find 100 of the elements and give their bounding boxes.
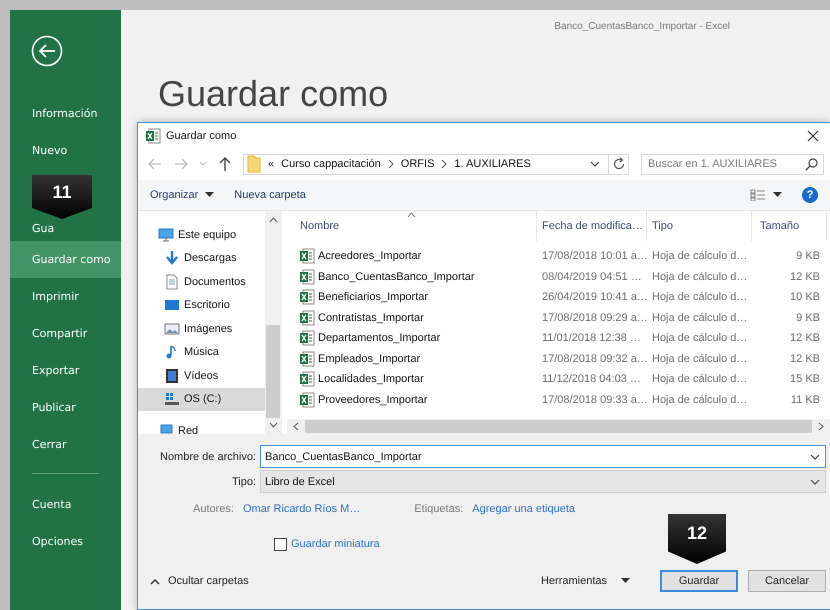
file-date: 11/12/2018 04:03 … [541,373,642,386]
tags-label: Etiquetas: [414,503,464,515]
step-badge: 12 [668,514,726,564]
file-name[interactable]: Acreedores_Importar [318,250,422,262]
spreadsheet-icon [299,310,315,326]
download-icon [164,250,180,266]
scroll-down-icon [268,422,278,428]
file-date: 17/08/2018 10:01 a… [541,250,647,262]
column-header[interactable]: Tipo [647,211,752,241]
folder-tree-item[interactable]: Descargas [138,246,265,270]
vertical-scrollbar[interactable] [265,211,281,434]
column-header[interactable]: Nombre [282,211,537,241]
folder-tree-item[interactable]: Documentos [138,270,265,294]
thumbnail-checkbox[interactable] [274,538,287,550]
step-badge: 11 [32,175,92,219]
backstage-menu-item[interactable]: Opciones [10,523,121,560]
backstage-menu-item[interactable]: Cerrar [10,426,121,463]
path-overflow[interactable]: « [268,158,274,170]
spreadsheet-icon [145,128,161,144]
backstage-menu-item[interactable]: Publicar [10,389,121,426]
backstage-menu-item[interactable]: Información [10,95,121,132]
file-size: 11 KB [790,394,821,406]
path-segment[interactable]: 1. AUXILIARES [454,158,531,170]
up-arrow-icon [217,156,233,172]
backstage-menu-item[interactable]: Gua [10,219,121,241]
cancel-button[interactable]: Cancelar [748,570,826,592]
file-name-label: Nombre de archivo: [159,450,257,462]
folder-tree-item[interactable]: Este equipo [138,223,265,246]
path-segment[interactable]: Curso cappacitación [281,158,381,170]
file-type: Hoja de cálculo d… [651,291,748,304]
file-name[interactable]: Localidades_Importar [318,373,424,386]
column-header[interactable]: Fecha de modifica… [537,211,647,241]
spreadsheet-icon [299,330,315,346]
file-date: 17/08/2018 09:32 a… [541,352,647,365]
chevron-up-icon [150,578,160,584]
chevron-right-icon [388,159,394,169]
file-size: 15 KB [789,373,821,386]
file-size: 9 KB [795,312,821,324]
file-name[interactable]: Banco_CuentasBanco_Importar [318,270,475,283]
organize-button[interactable]: Organizar [146,187,218,203]
file-date: 17/08/2018 09:29 a… [541,312,647,324]
file-type: Hoja de cálculo d… [651,373,748,386]
folder-tree-item[interactable]: Vídeos [138,364,265,388]
spreadsheet-icon [299,268,315,285]
folder-tree-item[interactable]: Imágenes [138,317,265,340]
file-name[interactable]: Empleados_Importar [318,352,420,365]
file-name[interactable]: Contratistas_Importar [318,312,424,324]
spreadsheet-icon [299,392,315,408]
backstage-menu-item[interactable]: Cuenta [10,486,121,523]
forward-icon [173,156,189,172]
pictures-icon [164,320,180,337]
spreadsheet-icon [299,289,315,306]
spreadsheet-icon [299,350,315,367]
file-size: 12 KB [789,332,821,344]
folder-tree-item[interactable]: OS (C:) [138,388,265,411]
search-icon [805,158,818,170]
file-type-dropdown[interactable]: Libro de Excel [260,470,826,493]
hide-folders-button[interactable]: Ocultar carpetas [150,575,249,587]
tools-menu-button[interactable]: Herramientas [534,574,636,588]
file-type: Hoja de cálculo d… [651,312,748,324]
backstage-menu-item[interactable]: Imprimir [10,278,121,315]
thumbnail-label[interactable]: Guardar miniatura [291,538,380,550]
path-segment[interactable]: ORFIS [400,158,434,170]
scroll-right-icon [818,422,824,431]
window-title: Banco_CuentasBanco_Importar - Excel [554,20,730,32]
file-date: 08/04/2019 04:51 … [541,270,643,283]
search-field[interactable]: Buscar en 1. AUXILIARES [641,154,824,174]
file-type: Hoja de cálculo d… [651,270,748,283]
backstage-menu-item[interactable]: Exportar [10,352,121,389]
backstage-menu-item[interactable]: Nuevo [10,132,121,169]
address-bar[interactable]: « Curso cappacitación ORFIS 1. AUXILIARES [243,154,629,174]
column-header[interactable]: Tamaño [752,211,827,241]
scroll-left-icon [293,422,299,431]
dropdown-icon [773,192,782,198]
help-button[interactable]: ? [802,187,818,203]
videos-icon [164,368,180,384]
folder-tree-item[interactable]: Música [138,340,265,364]
dialog-title: Guardar como [166,130,236,142]
backstage-menu-item[interactable]: Guardar como [10,241,121,278]
computer-icon [158,226,174,243]
chevron-right-icon [441,159,448,169]
file-size: 12 KB [789,352,821,365]
add-tag-link[interactable]: Agregar una etiqueta [472,503,575,515]
file-type: Hoja de cálculo d… [651,352,748,365]
file-date: 11/01/2018 12:38 … [541,332,642,344]
file-name[interactable]: Beneficiarios_Importar [318,291,428,304]
file-name[interactable]: Proveedores_Importar [318,394,428,406]
close-icon [807,130,819,142]
file-name-field[interactable]: Banco_CuentasBanco_Importar [260,445,826,468]
file-name[interactable]: Departamentos_Importar [318,332,440,344]
new-folder-button[interactable]: Nueva carpeta [230,187,310,203]
back-icon [147,156,163,172]
backstage-menu-item[interactable]: Compartir [10,315,121,352]
file-size: 10 KB [789,291,821,304]
save-button[interactable]: Guardar [660,570,738,592]
folder-tree-item[interactable]: Escritorio [138,294,265,317]
dropdown-icon [205,192,214,198]
file-type: Hoja de cálculo d… [651,394,748,406]
documents-icon [164,274,180,290]
authors-link[interactable]: Omar Ricardo Ríos M… [242,503,360,515]
